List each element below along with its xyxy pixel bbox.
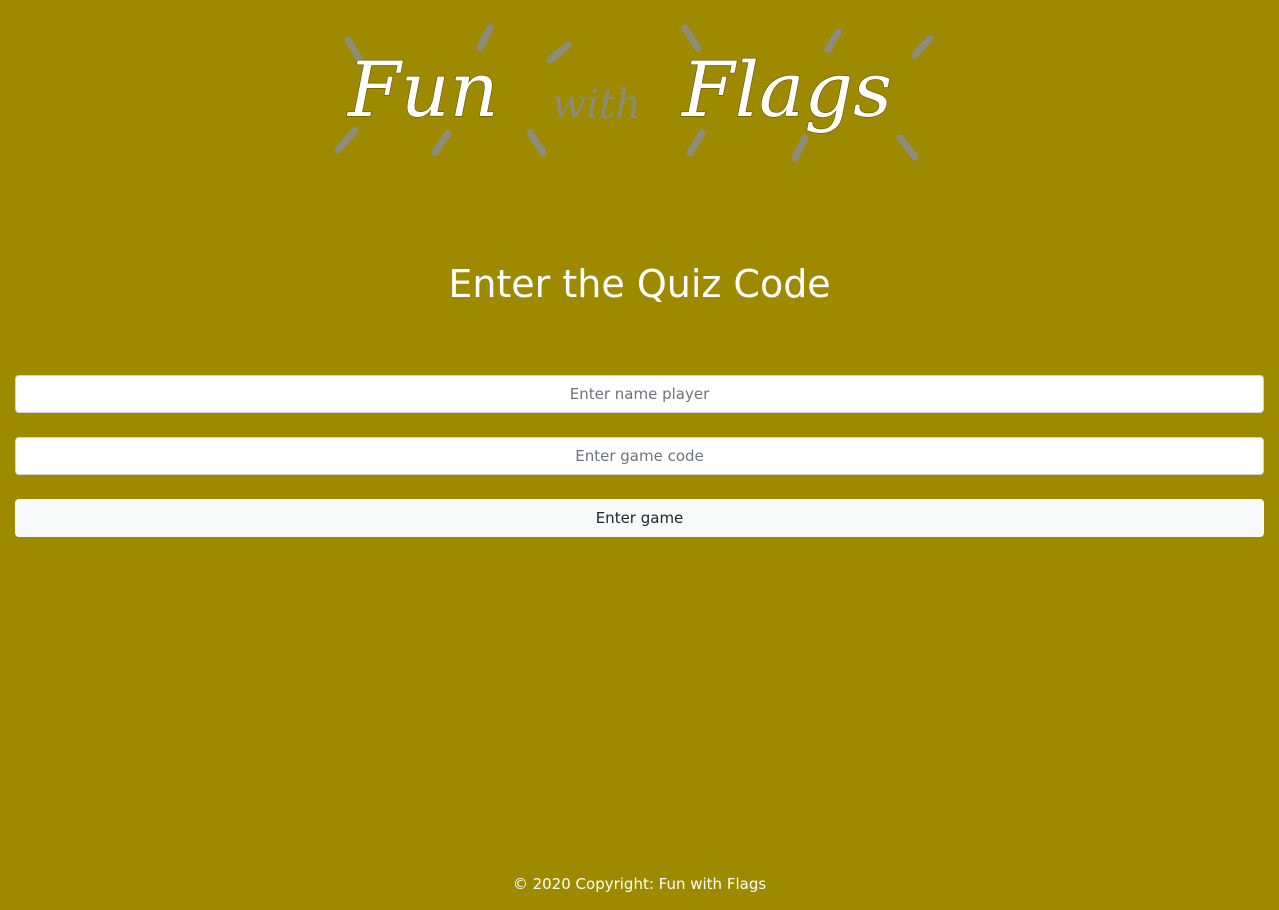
logo-ray bbox=[911, 34, 934, 59]
logo-graphic: Fun with Flags bbox=[334, 24, 934, 162]
logo-word-with: with bbox=[552, 82, 641, 128]
footer-copyright: © 2020 Copyright: Fun with Flags bbox=[512, 875, 767, 893]
logo-ray bbox=[686, 129, 706, 157]
logo-ray bbox=[546, 41, 572, 64]
page-title: Enter the Quiz Code bbox=[448, 262, 831, 306]
logo-ray bbox=[791, 134, 809, 162]
fun-with-flags-logo: Fun with Flags bbox=[330, 20, 940, 170]
logo-ray bbox=[526, 129, 547, 157]
logo-word-fun: Fun bbox=[346, 45, 499, 134]
logo-ray bbox=[896, 134, 919, 161]
logo-word-flags: Flags bbox=[680, 45, 892, 134]
game-code-input[interactable] bbox=[15, 437, 1264, 475]
player-name-input[interactable] bbox=[15, 375, 1264, 413]
enter-game-button[interactable]: Enter game bbox=[15, 499, 1264, 537]
logo-ray bbox=[431, 129, 452, 157]
page: Fun with Flags Enter the Quiz Code Enter… bbox=[0, 0, 1279, 910]
